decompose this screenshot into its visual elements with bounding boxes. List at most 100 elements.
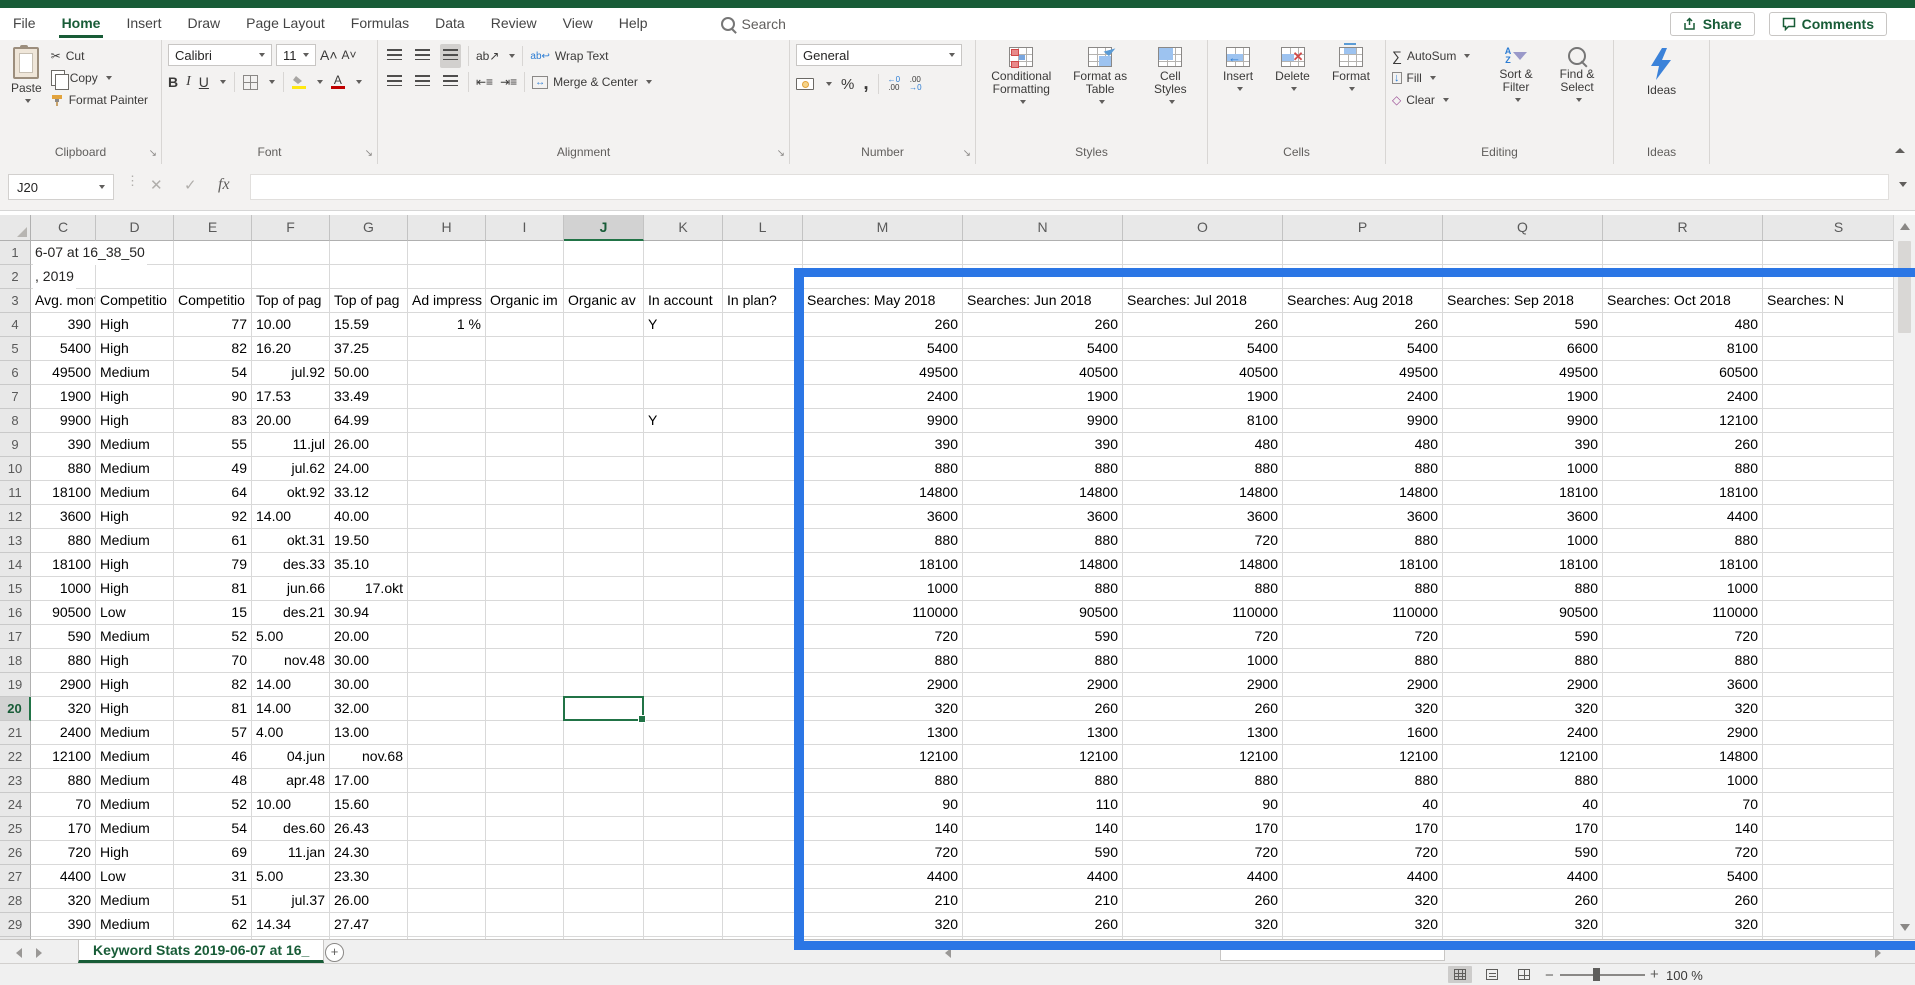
cell-I13[interactable] xyxy=(486,529,564,553)
cell-J3[interactable]: Organic av xyxy=(564,289,644,313)
cell-L21[interactable] xyxy=(723,721,803,745)
cell-F25[interactable]: des.60 xyxy=(252,817,330,841)
name-box[interactable]: J20 xyxy=(8,174,114,200)
cell-C18[interactable]: 880 xyxy=(31,649,96,673)
cell-O25[interactable]: 170 xyxy=(1123,817,1283,841)
cell-E12[interactable]: 92 xyxy=(174,505,252,529)
cell-R9[interactable]: 260 xyxy=(1603,433,1763,457)
cell-N20[interactable]: 260 xyxy=(963,697,1123,721)
cell-N9[interactable]: 390 xyxy=(963,433,1123,457)
cell-F10[interactable]: jul.62 xyxy=(252,457,330,481)
row-header-14[interactable]: 14 xyxy=(0,553,31,577)
cell-I24[interactable] xyxy=(486,793,564,817)
row-header-27[interactable]: 27 xyxy=(0,865,31,889)
cell-S11[interactable] xyxy=(1763,481,1893,505)
cell-O16[interactable]: 110000 xyxy=(1123,601,1283,625)
cell-L3[interactable]: In plan? xyxy=(723,289,803,313)
cell-R13[interactable]: 880 xyxy=(1603,529,1763,553)
cell-J19[interactable] xyxy=(564,673,644,697)
cell-D21[interactable]: Medium xyxy=(96,721,174,745)
cell-H25[interactable] xyxy=(408,817,486,841)
cell-F1[interactable] xyxy=(252,241,330,265)
row-header-25[interactable]: 25 xyxy=(0,817,31,841)
cell-K22[interactable] xyxy=(644,745,723,769)
cell-N28[interactable]: 210 xyxy=(963,889,1123,913)
cell-S14[interactable] xyxy=(1763,553,1893,577)
cell-R21[interactable]: 2900 xyxy=(1603,721,1763,745)
cell-E10[interactable]: 49 xyxy=(174,457,252,481)
cell-D23[interactable]: Medium xyxy=(96,769,174,793)
conditional-formatting-button[interactable]: Conditional Formatting xyxy=(982,44,1061,140)
row-header-21[interactable]: 21 xyxy=(0,721,31,745)
align-right-button[interactable] xyxy=(440,70,461,94)
blue-range-border-left[interactable] xyxy=(794,268,804,950)
cell-F4[interactable]: 10.00 xyxy=(252,313,330,337)
column-header-I[interactable]: I xyxy=(486,215,564,241)
cell-D12[interactable]: High xyxy=(96,505,174,529)
cell-N10[interactable]: 880 xyxy=(963,457,1123,481)
cell-G23[interactable]: 17.00 xyxy=(330,769,408,793)
cell-H20[interactable] xyxy=(408,697,486,721)
cell-K28[interactable] xyxy=(644,889,723,913)
format-cells-button[interactable]: Format xyxy=(1327,44,1375,140)
cell-J15[interactable] xyxy=(564,577,644,601)
cell-P19[interactable]: 2900 xyxy=(1283,673,1443,697)
cell-K3[interactable]: In account xyxy=(644,289,723,313)
cell-K17[interactable] xyxy=(644,625,723,649)
cell-Q14[interactable]: 18100 xyxy=(1443,553,1603,577)
cell-R19[interactable]: 3600 xyxy=(1603,673,1763,697)
column-header-C[interactable]: C xyxy=(31,215,96,241)
menu-tab-file[interactable]: File xyxy=(0,8,49,40)
cell-I11[interactable] xyxy=(486,481,564,505)
select-all-corner[interactable] xyxy=(0,215,31,241)
cell-F28[interactable]: jul.37 xyxy=(252,889,330,913)
cell-F3[interactable]: Top of pag xyxy=(252,289,330,313)
cell-K2[interactable] xyxy=(644,265,723,289)
fill-handle[interactable] xyxy=(638,715,646,723)
cell-O14[interactable]: 14800 xyxy=(1123,553,1283,577)
cell-E28[interactable]: 51 xyxy=(174,889,252,913)
cell-D20[interactable]: High xyxy=(96,697,174,721)
scroll-down-icon[interactable] xyxy=(1900,924,1910,931)
column-header-O[interactable]: O xyxy=(1123,215,1283,241)
cell-Q11[interactable]: 18100 xyxy=(1443,481,1603,505)
cell-H13[interactable] xyxy=(408,529,486,553)
cell-N15[interactable]: 880 xyxy=(963,577,1123,601)
row-header-6[interactable]: 6 xyxy=(0,361,31,385)
row-header-13[interactable]: 13 xyxy=(0,529,31,553)
cell-H16[interactable] xyxy=(408,601,486,625)
cell-I28[interactable] xyxy=(486,889,564,913)
cell-I29[interactable] xyxy=(486,913,564,937)
cell-R4[interactable]: 480 xyxy=(1603,313,1763,337)
cell-I16[interactable] xyxy=(486,601,564,625)
cell-R15[interactable]: 1000 xyxy=(1603,577,1763,601)
search-box[interactable]: Search xyxy=(721,16,786,32)
menu-tab-page-layout[interactable]: Page Layout xyxy=(233,8,338,40)
cell-J21[interactable] xyxy=(564,721,644,745)
formula-bar-expand-icon[interactable] xyxy=(1899,182,1907,187)
cell-O8[interactable]: 8100 xyxy=(1123,409,1283,433)
ideas-button[interactable]: Ideas xyxy=(1642,44,1681,140)
cell-E8[interactable]: 83 xyxy=(174,409,252,433)
cell-M4[interactable]: 260 xyxy=(803,313,963,337)
cell-N25[interactable]: 140 xyxy=(963,817,1123,841)
cell-F22[interactable]: 04.jun xyxy=(252,745,330,769)
cell-Q26[interactable]: 590 xyxy=(1443,841,1603,865)
cell-P6[interactable]: 49500 xyxy=(1283,361,1443,385)
menu-tab-view[interactable]: View xyxy=(550,8,606,40)
cell-E25[interactable]: 54 xyxy=(174,817,252,841)
cell-J5[interactable] xyxy=(564,337,644,361)
sheet-tab-active[interactable]: Keyword Stats 2019-06-07 at 16_ xyxy=(78,940,324,963)
cell-P16[interactable]: 110000 xyxy=(1283,601,1443,625)
cell-E11[interactable]: 64 xyxy=(174,481,252,505)
cell-N29[interactable]: 260 xyxy=(963,913,1123,937)
cell-R6[interactable]: 60500 xyxy=(1603,361,1763,385)
cell-G19[interactable]: 30.00 xyxy=(330,673,408,697)
cell-H8[interactable] xyxy=(408,409,486,433)
cell-D13[interactable]: Medium xyxy=(96,529,174,553)
cell-K8[interactable]: Y xyxy=(644,409,723,433)
cell-F26[interactable]: 11.jan xyxy=(252,841,330,865)
accounting-format-button[interactable] xyxy=(796,78,814,90)
zoom-slider-track[interactable] xyxy=(1560,974,1645,976)
cell-J12[interactable] xyxy=(564,505,644,529)
